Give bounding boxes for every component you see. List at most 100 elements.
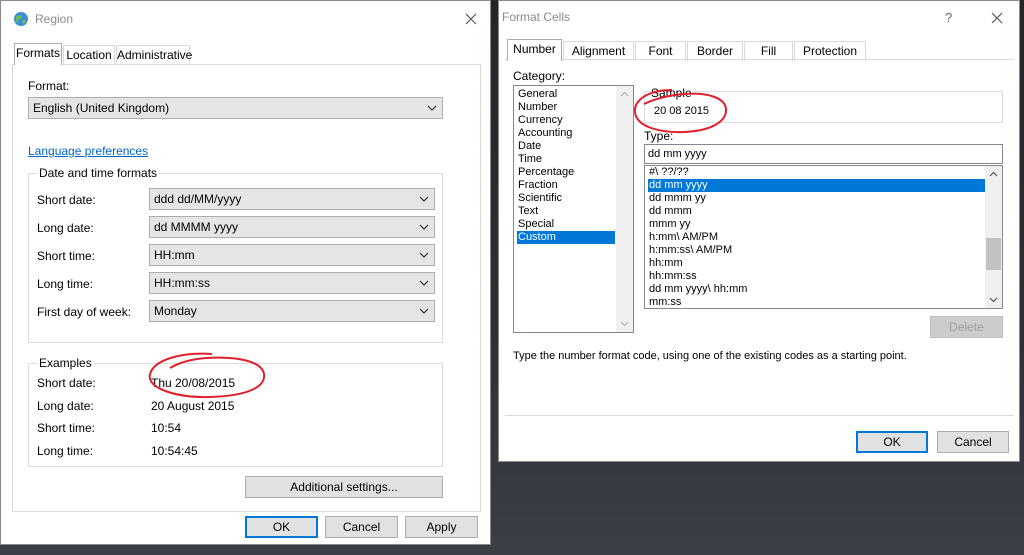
sample-value: 20 08 2015 [654, 105, 710, 117]
format-code-list[interactable]: #\ ??/?? dd mm yyyy dd mmm yy dd mmm mmm… [644, 165, 1003, 309]
example-long-time-label: Long time: [37, 444, 94, 458]
chevron-down-icon [419, 224, 429, 230]
format-item[interactable]: dd mmm yy [648, 192, 707, 205]
scroll-up-icon[interactable] [985, 166, 1002, 183]
category-list[interactable]: General Number Currency Accounting Date … [513, 85, 634, 333]
tab-formats[interactable]: Formats [14, 43, 62, 65]
first-day-dropdown[interactable]: Monday [149, 300, 435, 322]
format-item-selected[interactable]: dd mm yyyy [648, 179, 986, 192]
tab-protection[interactable]: Protection [794, 41, 866, 61]
type-label: Type: [644, 129, 674, 143]
format-dropdown[interactable]: English (United Kingdom) [28, 97, 443, 119]
category-scrollbar[interactable] [616, 86, 633, 332]
first-day-value: Monday [154, 304, 197, 318]
short-date-value: ddd dd/MM/yyyy [154, 192, 242, 206]
category-item[interactable]: Number [517, 101, 558, 114]
delete-button[interactable]: Delete [930, 316, 1003, 338]
region-titlebar[interactable]: Region [1, 1, 490, 35]
chevron-down-icon [419, 280, 429, 286]
short-time-dropdown[interactable]: HH:mm [149, 244, 435, 266]
datetime-group-title: Date and time formats [37, 166, 160, 180]
category-item[interactable]: Time [517, 153, 543, 166]
short-time-label: Short time: [37, 249, 96, 263]
tab-administrative[interactable]: Administrative [116, 45, 192, 65]
scroll-thumb[interactable] [986, 238, 1001, 270]
hint-text: Type the number format code, using one o… [513, 350, 907, 362]
format-item[interactable]: mm:ss [648, 296, 682, 309]
short-date-label: Short date: [37, 193, 96, 207]
tab-border[interactable]: Border [687, 41, 743, 61]
long-date-value: dd MMMM yyyy [154, 220, 238, 234]
long-time-label: Long time: [37, 277, 94, 291]
chevron-down-icon [419, 252, 429, 258]
example-long-date-label: Long date: [37, 399, 94, 413]
scroll-down-icon[interactable] [616, 315, 633, 332]
category-item-selected[interactable]: Custom [517, 231, 615, 244]
region-dialog: Region Formats Location Administrative F… [0, 0, 491, 545]
language-preferences-link[interactable]: Language preferences [28, 144, 148, 158]
category-item[interactable]: Currency [517, 114, 564, 127]
short-date-dropdown[interactable]: ddd dd/MM/yyyy [149, 188, 435, 210]
category-item[interactable]: General [517, 88, 558, 101]
examples-group-title: Examples [37, 356, 94, 370]
tab-number[interactable]: Number [507, 39, 562, 61]
category-item[interactable]: Fraction [517, 179, 559, 192]
region-cancel-button[interactable]: Cancel [325, 516, 398, 538]
chevron-down-icon [419, 196, 429, 202]
example-short-date-label: Short date: [37, 376, 96, 390]
category-item[interactable]: Special [517, 218, 555, 231]
format-item[interactable]: hh:mm:ss [648, 270, 698, 283]
long-date-dropdown[interactable]: dd MMMM yyyy [149, 216, 435, 238]
format-list-scrollbar[interactable] [985, 166, 1002, 308]
format-value: English (United Kingdom) [33, 101, 170, 115]
format-cells-dialog: Format Cells ? Number Alignment Font Bor… [498, 0, 1020, 462]
scroll-down-icon[interactable] [985, 291, 1002, 308]
additional-settings-button[interactable]: Additional settings... [245, 476, 443, 498]
type-input[interactable]: dd mm yyyy [644, 144, 1003, 164]
long-time-dropdown[interactable]: HH:mm:ss [149, 272, 435, 294]
format-label: Format: [28, 79, 70, 93]
chevron-down-icon [427, 105, 437, 111]
example-long-date-value: 20 August 2015 [151, 399, 235, 413]
format-item[interactable]: mmm yy [648, 218, 692, 231]
format-item[interactable]: hh:mm [648, 257, 684, 270]
category-label: Category: [513, 69, 566, 83]
format-item[interactable]: dd mm yyyy\ hh:mm [648, 283, 748, 296]
format-cells-title: Format Cells [502, 10, 571, 24]
format-cells-ok-button[interactable]: OK [856, 431, 928, 453]
format-cells-cancel-button[interactable]: Cancel [937, 431, 1009, 453]
category-item[interactable]: Percentage [517, 166, 575, 179]
example-short-date-value: Thu 20/08/2015 [151, 376, 236, 390]
region-title: Region [35, 12, 74, 26]
help-icon[interactable]: ? [945, 10, 952, 25]
tab-alignment[interactable]: Alignment [563, 41, 634, 61]
format-item[interactable]: #\ ??/?? [648, 166, 690, 179]
region-ok-button[interactable]: OK [245, 516, 318, 538]
chevron-down-icon [419, 308, 429, 314]
short-time-value: HH:mm [154, 248, 195, 262]
close-icon[interactable] [465, 13, 477, 25]
close-icon[interactable] [991, 12, 1003, 24]
category-item[interactable]: Date [517, 140, 542, 153]
category-item[interactable]: Scientific [517, 192, 563, 205]
long-date-label: Long date: [37, 221, 94, 235]
format-item[interactable]: h:mm:ss\ AM/PM [648, 244, 733, 257]
sample-label: Sample [649, 86, 694, 100]
format-cells-titlebar[interactable]: Format Cells ? [499, 1, 1019, 35]
long-time-value: HH:mm:ss [154, 276, 210, 290]
tab-location[interactable]: Location [63, 45, 115, 65]
scroll-up-icon[interactable] [616, 86, 633, 103]
tab-fill[interactable]: Fill [744, 41, 793, 61]
example-long-time-value: 10:54:45 [151, 444, 198, 458]
example-short-time-value: 10:54 [151, 421, 182, 435]
category-item[interactable]: Text [517, 205, 539, 218]
format-item[interactable]: dd mmm [648, 205, 693, 218]
footer-divider [505, 415, 1014, 416]
format-item[interactable]: h:mm\ AM/PM [648, 231, 719, 244]
globe-icon [14, 12, 28, 26]
category-item[interactable]: Accounting [517, 127, 573, 140]
example-short-time-label: Short time: [37, 421, 96, 435]
tab-font[interactable]: Font [635, 41, 686, 61]
type-input-value: dd mm yyyy [648, 148, 707, 160]
region-apply-button[interactable]: Apply [405, 516, 478, 538]
